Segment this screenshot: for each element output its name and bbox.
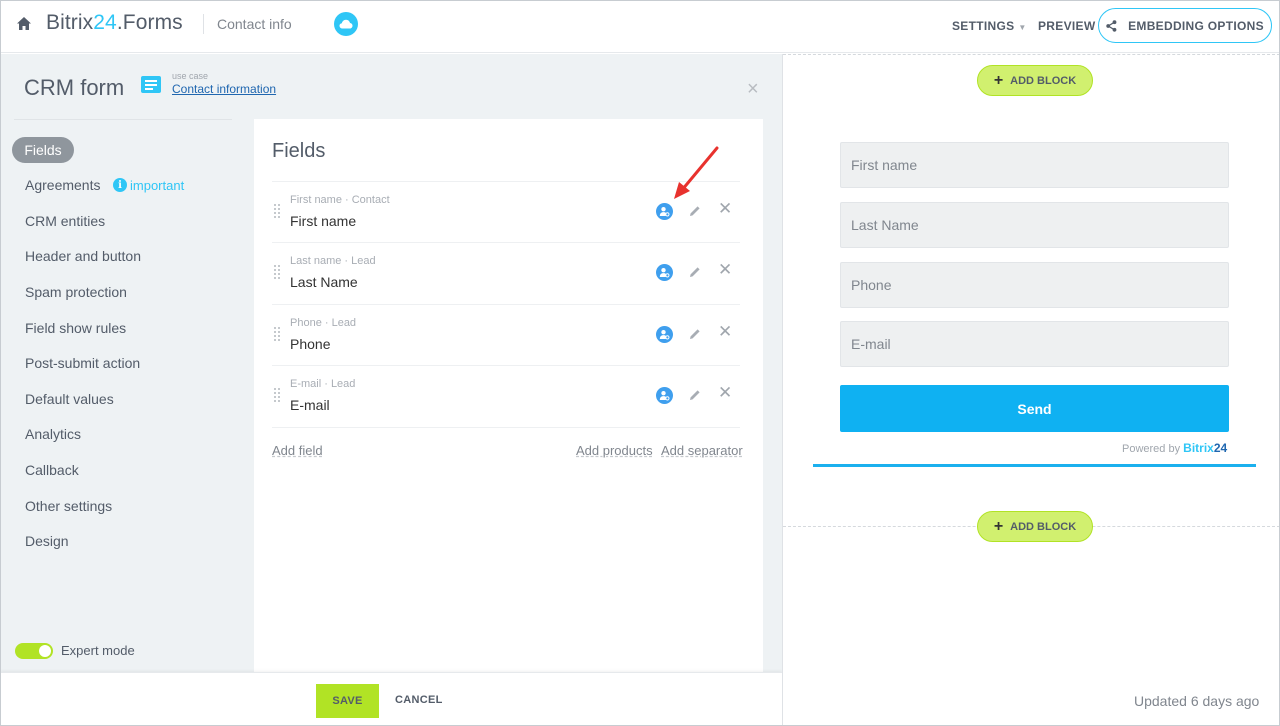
cancel-button[interactable]: CANCEL [395,694,443,706]
user-settings-icon[interactable] [656,387,673,404]
expert-mode-toggle[interactable] [15,643,53,659]
cloud-icon[interactable] [334,12,358,36]
field-name: First name [290,213,357,229]
divider [203,14,204,34]
drag-handle-icon[interactable] [274,327,280,341]
add-field-link[interactable]: Add field [272,443,323,458]
annotation-arrow-icon [674,146,719,199]
field-row[interactable]: Last name · Lead Last Name ✕ [272,242,740,303]
fields-title: Fields [272,140,326,162]
add-block-button[interactable]: + ADD BLOCK [977,65,1093,96]
embedding-options-button[interactable]: EMBEDDING OPTIONS [1098,8,1272,43]
pencil-icon[interactable] [688,327,702,341]
divider [14,119,232,120]
app-brand: Bitrix24.Forms [46,11,183,34]
pencil-icon[interactable] [688,265,702,279]
document-icon [141,76,161,93]
pencil-icon[interactable] [688,204,702,218]
field-meta: Last name · Lead [290,255,376,267]
nav-item-agreements[interactable]: Agreements [25,177,100,193]
panel-title: CRM form [24,75,125,100]
nav-item-design[interactable]: Design [25,533,69,549]
send-button[interactable]: Send [840,385,1229,432]
settings-menu[interactable]: SETTINGS ▼ [952,19,1027,33]
email-input[interactable] [840,321,1229,367]
panel-footer [0,672,782,726]
share-icon [1106,19,1117,32]
plus-icon: + [993,71,1004,89]
drag-handle-icon[interactable] [274,204,280,218]
info-icon: i [113,178,127,192]
preview-button[interactable]: PREVIEW [1038,19,1095,33]
field-meta: E-mail · Lead [290,378,356,390]
usecase-link[interactable]: Contact information [172,82,276,96]
add-separator-link[interactable]: Add separator [661,443,743,458]
add-block-button[interactable]: + ADD BLOCK [977,511,1093,542]
nav-item-spam-protection[interactable]: Spam protection [25,284,127,300]
phone-input[interactable] [840,262,1229,308]
nav-item-post-submit-action[interactable]: Post-submit action [25,355,140,371]
add-products-link[interactable]: Add products [576,443,653,458]
nav-item-callback[interactable]: Callback [25,462,79,478]
field-row[interactable]: E-mail · Lead E-mail ✕ [272,365,740,426]
user-settings-icon[interactable] [656,203,673,220]
close-icon[interactable]: × [747,79,759,99]
home-icon[interactable] [15,15,33,33]
important-link[interactable]: important [130,178,184,193]
drag-handle-icon[interactable] [274,388,280,402]
nav-item-field-show-rules[interactable]: Field show rules [25,320,126,336]
divider [272,427,740,428]
nav-item-analytics[interactable]: Analytics [25,426,81,442]
last-name-input[interactable] [840,202,1229,248]
top-bar: Bitrix24.Forms Contact info SETTINGS ▼ PR… [0,0,1280,53]
nav-item-fields[interactable]: Fields [12,137,74,163]
expert-mode-label: Expert mode [61,643,135,658]
close-icon[interactable]: ✕ [718,384,732,402]
plus-icon: + [993,517,1004,535]
close-icon[interactable]: ✕ [718,261,732,279]
divider [783,54,1280,55]
close-icon[interactable]: ✕ [718,200,732,218]
close-icon[interactable]: ✕ [718,323,732,341]
user-settings-icon[interactable] [656,264,673,281]
nav-item-header-and-button[interactable]: Header and button [25,248,141,264]
toggle-knob [39,645,51,657]
save-button[interactable]: SAVE [316,684,379,718]
field-meta: First name · Contact [290,194,390,206]
first-name-input[interactable] [840,142,1229,188]
usecase-caption: use case [172,71,209,81]
nav-item-other-settings[interactable]: Other settings [25,498,112,514]
powered-by[interactable]: Powered by Bitrix24 [1122,441,1227,455]
nav-item-default-values[interactable]: Default values [25,391,114,407]
chevron-down-icon: ▼ [1018,23,1027,32]
divider [813,464,1256,467]
pencil-icon[interactable] [688,388,702,402]
field-meta: Phone · Lead [290,317,357,329]
updated-status: Updated 6 days ago [1134,693,1260,709]
drag-handle-icon[interactable] [274,265,280,279]
form-name[interactable]: Contact info [217,16,292,32]
user-settings-icon[interactable] [656,326,673,343]
field-row[interactable]: Phone · Lead Phone ✕ [272,304,740,365]
field-name: E-mail [290,397,330,413]
field-name: Phone [290,336,331,352]
field-name: Last Name [290,274,358,290]
nav-item-crm-entities[interactable]: CRM entities [25,213,105,229]
